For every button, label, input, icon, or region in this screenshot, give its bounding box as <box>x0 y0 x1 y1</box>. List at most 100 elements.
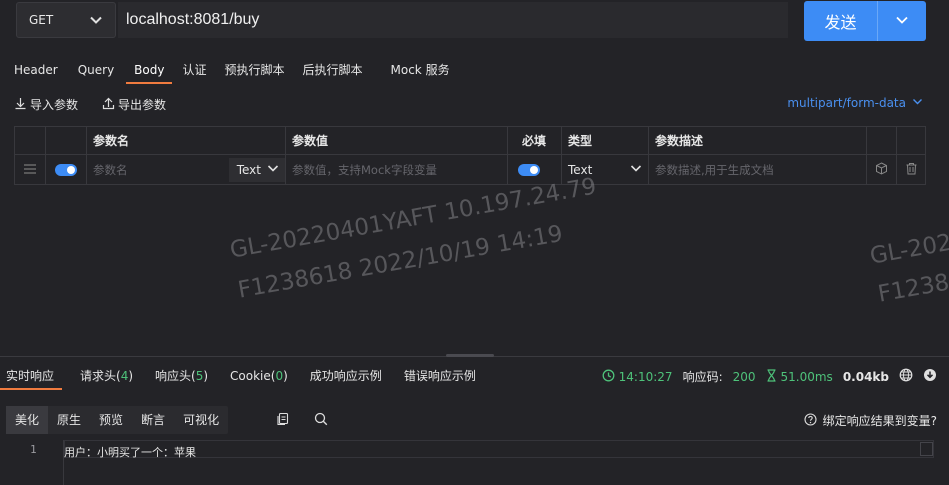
view-mode-switch: 美化 原生 预览 断言 可视化 <box>6 406 229 434</box>
cube-icon[interactable] <box>875 161 888 178</box>
param-type-select[interactable]: Text <box>568 162 642 177</box>
send-button[interactable]: 发送 <box>804 1 878 41</box>
delete-cell <box>897 155 925 184</box>
chevron-down-icon <box>267 162 279 177</box>
table-row: 参数名 Text 参数值，支持Mock字段变量 Text 参数描述,用于生成文档 <box>15 155 925 184</box>
header-action-col <box>897 127 925 154</box>
trash-icon[interactable] <box>905 162 918 178</box>
response-duration: 51.00ms <box>766 368 833 385</box>
header-value: 参数值 <box>286 127 508 154</box>
response-stats: 14:10:27 响应码: 200 51.00ms 0.04kb <box>602 368 937 385</box>
hourglass-icon <box>766 368 777 385</box>
clock-icon <box>602 369 615 385</box>
import-params-label: 导入参数 <box>30 98 79 112</box>
bind-response-link[interactable]: 绑定响应结果到变量? <box>804 412 937 429</box>
status-code: 200 <box>732 369 756 384</box>
status-label: 响应码: <box>682 370 723 384</box>
response-size: 0.04kb <box>842 369 889 384</box>
tab-label: ) <box>128 369 134 383</box>
param-name-cell: 参数名 Text <box>87 155 286 184</box>
view-mode-preview[interactable]: 预览 <box>90 406 132 434</box>
upload-icon <box>102 97 115 113</box>
response-editor[interactable]: 1 用户：小明买了一个：苹果 <box>0 440 949 485</box>
chevron-down-icon <box>89 13 103 30</box>
view-mode-visualize[interactable]: 可视化 <box>174 406 228 434</box>
view-tools <box>276 412 328 429</box>
view-mode-assert[interactable]: 断言 <box>132 406 174 434</box>
tab-pre-script[interactable]: 预执行脚本 <box>216 58 292 82</box>
help-icon <box>804 412 817 429</box>
tab-label: ) <box>283 369 288 383</box>
required-toggle[interactable] <box>517 163 540 176</box>
param-name-type-select[interactable]: Text <box>228 157 285 182</box>
response-duration-value: 51.00ms <box>780 369 833 384</box>
param-value-input[interactable]: 参数值，支持Mock字段变量 <box>292 162 437 178</box>
params-table: 参数名 参数值 必填 类型 参数描述 参数名 Text 参数值，支持Mock字段 <box>14 126 926 185</box>
send-button-group: 发送 <box>804 1 926 41</box>
url-input[interactable]: localhost:8081/buy <box>118 2 788 38</box>
response-body-text: 用户：小明买了一个：苹果 <box>64 446 196 459</box>
response-time-value: 14:10:27 <box>618 369 673 384</box>
drag-handle[interactable] <box>15 155 46 184</box>
response-tabs: 实时响应 请求头(4) 响应头(5) Cookie(0) 成功响应示例 错误响应… <box>0 366 492 390</box>
tab-label: 响应头( <box>155 369 196 383</box>
header-enable-col <box>46 127 87 154</box>
description-cell: 参数描述,用于生成文档 <box>649 155 867 184</box>
tab-label: ) <box>203 369 209 383</box>
editor-scrollbar[interactable] <box>920 442 933 456</box>
search-icon[interactable] <box>314 412 328 429</box>
resize-handle[interactable] <box>446 354 494 357</box>
header-required: 必填 <box>508 127 562 154</box>
watermark-text: F12386 <box>876 266 949 308</box>
tab-auth[interactable]: 认证 <box>174 58 214 82</box>
export-params-button[interactable]: 导出参数 <box>102 96 166 113</box>
menu-icon <box>23 163 37 177</box>
tab-success-example[interactable]: 成功响应示例 <box>304 366 394 388</box>
enable-toggle-cell <box>46 155 87 184</box>
header-description: 参数描述 <box>649 127 867 154</box>
method-value: GET <box>29 13 54 27</box>
content-type-select[interactable]: multipart/form-data <box>787 96 923 110</box>
tab-cookie[interactable]: Cookie(0) <box>224 366 300 388</box>
request-bar: GET localhost:8081/buy 发送 <box>0 0 949 46</box>
param-name-type-value: Text <box>236 162 261 177</box>
view-mode-raw[interactable]: 原生 <box>48 406 90 434</box>
send-options-button[interactable] <box>878 1 926 41</box>
download-icon <box>14 97 27 113</box>
param-name-input[interactable]: 参数名 <box>93 162 229 178</box>
copy-icon[interactable] <box>276 412 290 429</box>
view-mode-pretty[interactable]: 美化 <box>6 406 49 434</box>
line-number: 1 <box>30 443 37 456</box>
param-value-cell: 参数值，支持Mock字段变量 <box>286 155 508 184</box>
header-name: 参数名 <box>87 127 286 154</box>
tab-request-headers[interactable]: 请求头(4) <box>74 366 145 388</box>
body-toolbar: 导入参数 导出参数 <box>14 96 166 113</box>
response-time: 14:10:27 <box>602 369 673 385</box>
watermark-text: GL-2022 <box>868 227 949 270</box>
globe-icon[interactable] <box>899 368 913 385</box>
tab-query[interactable]: Query <box>70 58 122 82</box>
tab-realtime-response[interactable]: 实时响应 <box>0 366 66 390</box>
tab-mock[interactable]: Mock 服务 <box>383 58 458 82</box>
tab-header[interactable]: Header <box>6 58 66 82</box>
enable-toggle[interactable] <box>55 163 77 176</box>
tab-label: 请求头( <box>80 369 121 383</box>
mock-cell <box>867 155 897 184</box>
tab-post-script[interactable]: 后执行脚本 <box>295 58 371 82</box>
header-action-col <box>867 127 897 154</box>
method-select[interactable]: GET <box>16 2 116 38</box>
chevron-down-icon <box>912 96 923 110</box>
export-params-label: 导出参数 <box>118 98 167 112</box>
import-params-button[interactable]: 导入参数 <box>14 96 78 113</box>
table-header-row: 参数名 参数值 必填 类型 参数描述 <box>15 127 925 155</box>
tab-response-headers[interactable]: 响应头(5) <box>149 366 220 388</box>
content-type-value: multipart/form-data <box>787 96 906 110</box>
request-tabs: Header Query Body 认证 预执行脚本 后执行脚本 Mock 服务 <box>0 58 458 84</box>
header-type: 类型 <box>562 127 649 154</box>
download-circle-icon[interactable] <box>923 368 937 385</box>
tab-body[interactable]: Body <box>126 58 173 84</box>
chevron-down-icon <box>895 13 909 30</box>
tab-error-example[interactable]: 错误响应示例 <box>398 366 488 388</box>
header-drag-col <box>15 127 46 154</box>
param-description-input[interactable]: 参数描述,用于生成文档 <box>655 162 774 178</box>
